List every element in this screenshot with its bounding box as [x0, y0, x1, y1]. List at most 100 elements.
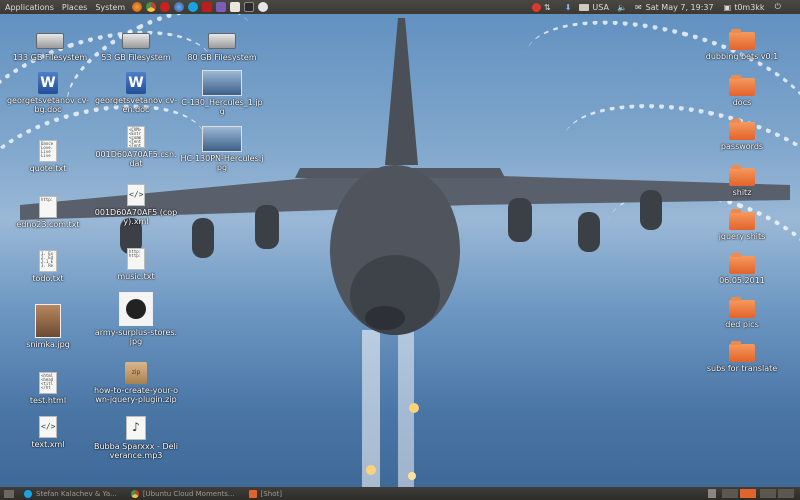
download-icon[interactable]: ⬇ — [565, 3, 572, 12]
folder-icon-graphic — [729, 29, 755, 50]
workspace-1[interactable] — [722, 489, 738, 498]
places-menu[interactable]: Places — [59, 3, 90, 12]
folder-icon-graphic — [729, 75, 755, 96]
top-panel: Applications Places System ⇅ ⬇ USA 🔈 ✉ S… — [0, 0, 800, 14]
file-icon[interactable]: http: http: music.txt — [94, 248, 178, 281]
bottom-panel: Stefan Kalachev & Ya... [Ubuntu Cloud Mo… — [0, 487, 800, 500]
chrome-icon[interactable] — [146, 2, 157, 12]
folder-icon[interactable]: 06.05.2011 — [700, 253, 784, 285]
firefox-icon[interactable] — [132, 2, 143, 12]
file-label: test.html — [29, 396, 67, 405]
drive-icon[interactable]: 53 GB Filesystem — [94, 30, 178, 62]
file-label: snimka.jpg — [26, 340, 70, 349]
harddisk-icon — [208, 33, 236, 49]
file-icon[interactable]: snimka.jpg — [6, 304, 90, 349]
file-icon[interactable]: Dance Love. Live Live quote.txt — [6, 140, 90, 173]
workspace-2[interactable] — [740, 489, 756, 498]
folder-icon[interactable]: ded pics — [700, 297, 784, 329]
file-icon[interactable]: W georgetsvetanov cv-en.doc — [94, 72, 178, 114]
file-icon[interactable]: army-surplus-stores.jpg — [94, 292, 178, 346]
word-doc-icon: W — [38, 72, 58, 94]
xml-file-icon: </> — [127, 184, 145, 206]
taskbar-item-label: [Ubuntu Cloud Moments... — [142, 489, 235, 498]
word-doc-icon: W — [126, 72, 146, 94]
file-icon[interactable]: http: edno23.com.txt — [6, 196, 90, 229]
file-icon[interactable]: 1. Ex 2. Ed 2.1 E 3. Re todo.txt — [6, 250, 90, 283]
desktop[interactable]: Applications Places System ⇅ ⬇ USA 🔈 ✉ S… — [0, 0, 800, 500]
folder-icon[interactable]: dubbing bets v0.1 — [700, 29, 784, 61]
photo-thumbnail — [35, 304, 61, 338]
folder-icon[interactable]: subs for translate — [700, 341, 784, 373]
file-icon[interactable]: zip how-to-create-your-own-jquery-plugin… — [94, 362, 178, 404]
system-menu[interactable]: System — [92, 3, 128, 12]
folder-icon — [248, 489, 257, 498]
file-icon[interactable]: C-130_Hercules_1.jpg — [180, 70, 264, 116]
chrome-icon — [130, 489, 139, 498]
folder-label: docs — [732, 98, 752, 107]
text-file-icon: 1. Ex 2. Ed 2.1 E 3. Re — [39, 250, 57, 272]
file-icon[interactable]: ♪ Bubba Sparxxx - Deliverance.mp3 — [94, 416, 178, 460]
filezilla-icon[interactable] — [202, 2, 213, 12]
skype-icon[interactable] — [188, 2, 199, 12]
zip-archive-icon: zip — [125, 362, 147, 384]
drive-icon[interactable]: 80 GB Filesystem — [180, 30, 264, 62]
taskbar-item-label: Stefan Kalachev & Ya... — [36, 489, 117, 498]
file-label: 001D60A70AF5.csn.dat — [95, 150, 177, 168]
file-icon[interactable]: <CVM> <Entr <comm <Tent <Tent 001D60A70A… — [94, 126, 178, 168]
folder-label: shitz — [732, 188, 752, 197]
file-icon[interactable]: HC-130PN-Hercules.jpg — [180, 126, 264, 172]
folder-label: subs for translate — [706, 364, 778, 373]
workspace-3[interactable] — [760, 489, 776, 498]
xml-file-icon: </> — [39, 416, 57, 438]
file-icon[interactable]: </> text.xml — [6, 416, 90, 449]
network-icon[interactable]: ⇅ — [544, 3, 551, 12]
opera-icon[interactable] — [160, 2, 171, 12]
keyboard-icon[interactable] — [579, 3, 590, 11]
folder-icon[interactable]: shitz — [700, 165, 784, 197]
folder-icon-graphic — [729, 119, 755, 140]
file-label: quote.txt — [29, 164, 67, 173]
harddisk-icon — [36, 33, 64, 49]
pidgin-icon[interactable] — [216, 2, 227, 12]
update-icon[interactable] — [532, 2, 541, 12]
file-icon[interactable]: </> 001D60A70AF5 (copy).xml — [94, 184, 178, 226]
clock[interactable]: Sat May 7, 19:37 — [646, 3, 714, 12]
text-file-icon: http: http: — [127, 248, 145, 270]
text-file-icon: http: — [39, 196, 57, 218]
folder-icon[interactable]: docs — [700, 75, 784, 107]
trash-icon[interactable] — [708, 489, 716, 498]
thunderbird-icon[interactable] — [174, 2, 185, 12]
folder-label: jquery shits — [718, 232, 766, 241]
html-file-icon: <html <head <titl </ht — [39, 372, 57, 394]
file-label: georgetsvetanov cv-en.doc — [94, 96, 178, 114]
taskbar-item[interactable]: [Ubuntu Cloud Moments... — [127, 489, 239, 498]
mail-icon[interactable]: ✉ — [635, 3, 642, 12]
applications-menu[interactable]: Applications — [2, 3, 57, 12]
file-icon[interactable]: W georgetsvetanov cv-bg.doc — [6, 72, 90, 114]
folder-icon[interactable]: passwords — [700, 119, 784, 151]
show-desktop-icon[interactable] — [4, 489, 14, 498]
file-label: HC-130PN-Hercules.jpg — [180, 154, 264, 172]
user-name[interactable]: t0m3kk — [734, 3, 764, 12]
folder-label: 06.05.2011 — [719, 276, 765, 285]
keyboard-layout[interactable]: USA — [592, 3, 609, 12]
folder-icon[interactable]: jquery shits — [700, 209, 784, 241]
folder-label: passwords — [720, 142, 764, 151]
taskbar-item[interactable]: [Shot] — [245, 489, 286, 498]
file-label: text.xml — [31, 440, 65, 449]
workspace-4[interactable] — [778, 489, 794, 498]
file-icon[interactable]: <html <head <titl </ht test.html — [6, 372, 90, 405]
text-editor-icon[interactable] — [230, 2, 241, 12]
folder-icon-graphic — [729, 297, 755, 318]
file-label: georgetsvetanov cv-bg.doc — [6, 96, 90, 114]
taskbar-item[interactable]: Stefan Kalachev & Ya... — [20, 489, 121, 498]
power-icon[interactable]: ⏻ — [775, 2, 781, 12]
volume-icon[interactable]: 🔈 — [617, 3, 627, 12]
terminal-icon[interactable] — [244, 2, 255, 12]
text-file-icon: <CVM> <Entr <comm <Tent <Tent — [127, 126, 145, 148]
screenshot-icon[interactable] — [258, 2, 269, 12]
user-icon[interactable]: ▣ — [724, 3, 732, 12]
music-file-icon: ♪ — [126, 416, 146, 440]
drive-icon[interactable]: 133 GB Filesystem — [8, 30, 92, 62]
file-label: how-to-create-your-own-jquery-plugin.zip — [94, 386, 179, 404]
